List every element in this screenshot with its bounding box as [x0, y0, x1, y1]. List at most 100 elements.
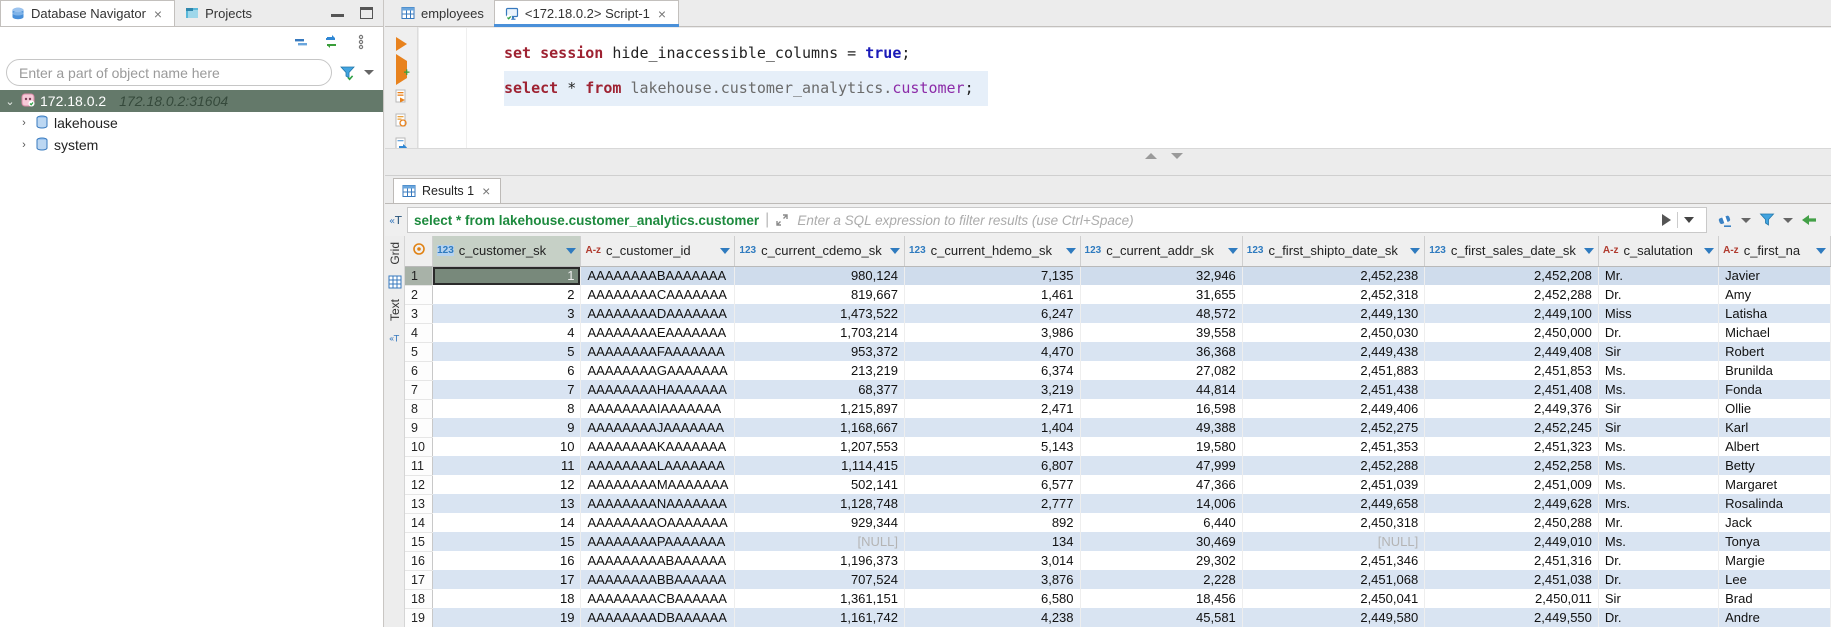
- column-menu-arrow-icon[interactable]: [1228, 248, 1238, 254]
- grid-cell[interactable]: 6,577: [904, 475, 1080, 494]
- table-row[interactable]: 1919AAAAAAAADBAAAAAA1,161,7424,23845,581…: [405, 608, 1831, 627]
- grid-cell[interactable]: 47,999: [1080, 456, 1242, 475]
- grid-cell[interactable]: 1,207,553: [735, 437, 905, 456]
- grid-cell[interactable]: 2,471: [904, 399, 1080, 418]
- grid-cell[interactable]: 68,377: [735, 380, 905, 399]
- grid-cell[interactable]: 36,368: [1080, 342, 1242, 361]
- grid-cell[interactable]: Albert: [1719, 437, 1831, 456]
- filter-objects-icon[interactable]: [340, 65, 356, 81]
- grid-cell[interactable]: 2,450,288: [1425, 513, 1599, 532]
- grid-cell[interactable]: 10: [433, 437, 581, 456]
- tree-item-172-18-0-2[interactable]: ⌄172.18.0.2172.18.0.2:31604: [0, 90, 383, 112]
- grid-cell[interactable]: 45,581: [1080, 608, 1242, 627]
- tab-database-navigator[interactable]: Database Navigator ×: [0, 0, 175, 26]
- table-row[interactable]: 22AAAAAAAACAAAAAAA819,6671,46131,6552,45…: [405, 285, 1831, 304]
- row-number[interactable]: 10: [405, 437, 433, 456]
- row-number[interactable]: 14: [405, 513, 433, 532]
- grid-cell[interactable]: 2,450,318: [1242, 513, 1424, 532]
- grid-cell[interactable]: 6,580: [904, 589, 1080, 608]
- row-number[interactable]: 5: [405, 342, 433, 361]
- grid-cell[interactable]: 7,135: [904, 266, 1080, 285]
- grid-cell[interactable]: 17: [433, 570, 581, 589]
- grid-cell[interactable]: AAAAAAAAOAAAAAAA: [581, 513, 735, 532]
- grid-cell[interactable]: 6: [433, 361, 581, 380]
- grid-cell[interactable]: Ms.: [1598, 456, 1718, 475]
- text-presentation-icon[interactable]: «T: [388, 331, 402, 345]
- column-menu-arrow-icon[interactable]: [1066, 248, 1076, 254]
- apply-filter-icon[interactable]: [1662, 214, 1671, 226]
- row-number[interactable]: 2: [405, 285, 433, 304]
- row-number[interactable]: 11: [405, 456, 433, 475]
- grid-cell[interactable]: Ollie: [1719, 399, 1831, 418]
- grid-cell[interactable]: Betty: [1719, 456, 1831, 475]
- grid-cell[interactable]: 9: [433, 418, 581, 437]
- grid-cell[interactable]: 7: [433, 380, 581, 399]
- search-options-chevron-icon[interactable]: [364, 70, 374, 75]
- grid-cell[interactable]: 1,404: [904, 418, 1080, 437]
- column-header-c_first_sales_date_sk[interactable]: 123c_first_sales_date_sk: [1425, 236, 1599, 266]
- grid-cell[interactable]: Mrs.: [1598, 494, 1718, 513]
- grid-cell[interactable]: 39,558: [1080, 323, 1242, 342]
- grid-cell[interactable]: 2,451,316: [1425, 551, 1599, 570]
- row-number[interactable]: 6: [405, 361, 433, 380]
- grid-cell[interactable]: 213,219: [735, 361, 905, 380]
- grid-cell[interactable]: 44,814: [1080, 380, 1242, 399]
- grid-cell[interactable]: 14: [433, 513, 581, 532]
- grid-cell[interactable]: Mr.: [1598, 266, 1718, 285]
- sql-statement[interactable]: select * from lakehouse.customer_analyti…: [504, 71, 988, 106]
- grid-cell[interactable]: 1,128,748: [735, 494, 905, 513]
- row-number[interactable]: 8: [405, 399, 433, 418]
- grid-cell[interactable]: Michael: [1719, 323, 1831, 342]
- grid-cell[interactable]: 1,168,667: [735, 418, 905, 437]
- grid-cell[interactable]: 8: [433, 399, 581, 418]
- expand-filter-icon[interactable]: [775, 213, 789, 227]
- row-number[interactable]: 3: [405, 304, 433, 323]
- execute-script-icon[interactable]: [394, 89, 408, 103]
- table-row[interactable]: 1010AAAAAAAAKAAAAAAA1,207,5535,14319,580…: [405, 437, 1831, 456]
- grid-cell[interactable]: 31,655: [1080, 285, 1242, 304]
- tree-item-lakehouse[interactable]: ›lakehouse: [0, 112, 383, 134]
- grid-cell[interactable]: 2,452,318: [1242, 285, 1424, 304]
- grid-cell[interactable]: Sir: [1598, 342, 1718, 361]
- close-icon[interactable]: ×: [152, 6, 164, 22]
- column-menu-arrow-icon[interactable]: [1584, 248, 1594, 254]
- column-header-c_current_cdemo_sk[interactable]: 123c_current_cdemo_sk: [735, 236, 905, 266]
- grid-cell[interactable]: Latisha: [1719, 304, 1831, 323]
- table-row[interactable]: 33AAAAAAAADAAAAAAA1,473,5226,24748,5722,…: [405, 304, 1831, 323]
- grid-cell[interactable]: 2,450,030: [1242, 323, 1424, 342]
- grid-cell[interactable]: AAAAAAAAGAAAAAAA: [581, 361, 735, 380]
- grid-cell[interactable]: AAAAAAAACAAAAAAA: [581, 285, 735, 304]
- grid-cell[interactable]: AAAAAAAALAAAAAAA: [581, 456, 735, 475]
- grid-cell[interactable]: 1: [433, 266, 581, 285]
- grid-cell[interactable]: 5: [433, 342, 581, 361]
- grid-cell[interactable]: 2,449,408: [1425, 342, 1599, 361]
- maximize-results-icon[interactable]: [1171, 153, 1183, 159]
- table-row[interactable]: 1717AAAAAAAABBAAAAAA707,5243,8762,2282,4…: [405, 570, 1831, 589]
- tab-projects[interactable]: Projects: [175, 0, 262, 26]
- collapse-all-icon[interactable]: [293, 34, 309, 50]
- grid-cell[interactable]: 1,196,373: [735, 551, 905, 570]
- grid-cell[interactable]: 1,215,897: [735, 399, 905, 418]
- grid-cell[interactable]: AAAAAAAADAAAAAAA: [581, 304, 735, 323]
- grid-cell[interactable]: 1,461: [904, 285, 1080, 304]
- grid-cell[interactable]: 30,469: [1080, 532, 1242, 551]
- explain-plan-icon[interactable]: [394, 113, 408, 127]
- row-number[interactable]: 7: [405, 380, 433, 399]
- grid-cell[interactable]: Brad: [1719, 589, 1831, 608]
- execute-new-tab-icon[interactable]: +: [396, 61, 407, 79]
- grid-cell[interactable]: AAAAAAAAJAAAAAAA: [581, 418, 735, 437]
- column-menu-arrow-icon[interactable]: [1704, 248, 1714, 254]
- grid-cell[interactable]: Robert: [1719, 342, 1831, 361]
- grid-cell[interactable]: Margaret: [1719, 475, 1831, 494]
- grid-cell[interactable]: 2,452,288: [1242, 456, 1424, 475]
- grid-cell[interactable]: 19,580: [1080, 437, 1242, 456]
- grid-cell[interactable]: 11: [433, 456, 581, 475]
- grid-cell[interactable]: 3,876: [904, 570, 1080, 589]
- grid-cell[interactable]: 2,449,658: [1242, 494, 1424, 513]
- grid-cell[interactable]: 2,452,238: [1242, 266, 1424, 285]
- grid-cell[interactable]: 1,703,214: [735, 323, 905, 342]
- grid-cell[interactable]: Ms.: [1598, 475, 1718, 494]
- row-number[interactable]: 15: [405, 532, 433, 551]
- grid-cell[interactable]: 2,449,628: [1425, 494, 1599, 513]
- grid-cell[interactable]: Sir: [1598, 589, 1718, 608]
